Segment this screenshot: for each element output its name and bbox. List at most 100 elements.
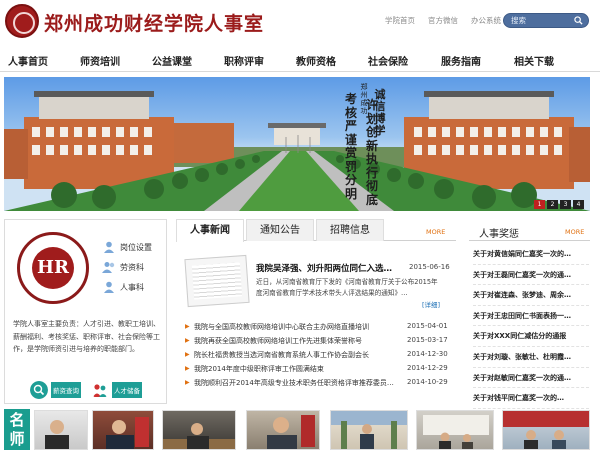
list-item[interactable]: 关于对XXX同仁减估分的通报 bbox=[473, 326, 589, 347]
talent-reserve-button[interactable]: 人才储备 bbox=[91, 378, 142, 402]
news-title[interactable]: 我院2014年度中级职称评审工作圆满结束 bbox=[194, 364, 394, 374]
list-item[interactable]: ▶ 院长杜福贵教授当选河南省教育系统人事工作协会副会长 2014-12-30 bbox=[185, 348, 453, 362]
hr-panel: HR 岗位设置 劳资科 人事科 学院人事室主要负责：人才引进、教职工培训、薪酬福… bbox=[4, 219, 167, 404]
nav-item-public-class[interactable]: 公益课堂 bbox=[152, 53, 192, 68]
banner-slideshow[interactable]: 诚信博学 郑州成功 许划创新执行彻底 考核严谨赏罚分明 1 2 3 4 bbox=[4, 77, 590, 211]
news-date: 2014-12-29 bbox=[407, 364, 448, 372]
page: 郑州成功财经学院人事室 学院首页 官方微信 办公系统 人事首页 师资培训 公益课… bbox=[0, 0, 600, 450]
awards-header: 人事奖惩 MORE bbox=[469, 219, 590, 241]
list-item[interactable]: 关于对王忠田同仁书面表扬一… bbox=[473, 306, 589, 327]
salary-query-button[interactable]: 薪资查询 bbox=[30, 378, 81, 402]
user-icon bbox=[104, 281, 114, 293]
news-date: 2015-03-17 bbox=[407, 336, 448, 344]
awards-list: 关于对黄信娟同仁嘉奖一次的… 关于对王磊同仁嘉奖一次的通… 关于对崔连森、张梦迪… bbox=[473, 244, 589, 409]
bullet-icon: ▶ bbox=[185, 365, 190, 372]
awards-panel: 人事奖惩 MORE 关于对黄信娟同仁嘉奖一次的… 关于对王磊同仁嘉奖一次的通… … bbox=[469, 219, 590, 409]
bullet-icon: ▶ bbox=[185, 351, 190, 358]
hr-logo: HR bbox=[17, 232, 89, 304]
feature-detail-link[interactable]: [详细] bbox=[422, 299, 440, 309]
teacher-photo-5[interactable] bbox=[330, 410, 408, 450]
list-item[interactable]: 关于对赵敏同仁嘉奖一次的通… bbox=[473, 368, 589, 389]
news-date: 2014-12-30 bbox=[407, 350, 448, 358]
nav-item-teacher-training[interactable]: 师资培训 bbox=[80, 53, 120, 68]
slide-dot-4[interactable]: 4 bbox=[573, 200, 584, 209]
hr-logo-text: HR bbox=[32, 247, 74, 289]
nav-item-teacher-qualification[interactable]: 教师资格 bbox=[296, 53, 336, 68]
feature-summary: 近日，从河南省教育厅下发的《河南省教育厅关于公布2015年度河南省教育厅学术技术… bbox=[256, 278, 438, 297]
list-item[interactable]: 关于对王磊同仁嘉奖一次的通… bbox=[473, 265, 589, 286]
tab-notices[interactable]: 通知公告 bbox=[246, 219, 314, 241]
teacher-portrait bbox=[503, 411, 589, 449]
feature-thumbnail[interactable] bbox=[184, 254, 250, 308]
hr-link-label: 人事科 bbox=[120, 282, 144, 292]
news-list: ▶ 我院与全国高校教师网络培训中心联合主办网络直播培训 2015-04-01 ▶… bbox=[185, 320, 453, 390]
news-title[interactable]: 我院再获全国高校教师网络培训工作先进集体荣誉称号 bbox=[194, 336, 394, 346]
list-item[interactable]: ▶ 我院与全国高校教师网络培训中心联合主办网络直播培训 2015-04-01 bbox=[185, 320, 453, 334]
top-link-wechat[interactable]: 官方微信 bbox=[428, 15, 458, 26]
awards-title: 人事奖惩 bbox=[479, 229, 519, 240]
teacher-photo-4[interactable] bbox=[246, 410, 320, 450]
feature-date: 2015-06-16 bbox=[409, 263, 450, 271]
hr-description: 学院人事室主要负责：人才引进、教职工培训、薪酬福利、考核奖惩、职称评审、社会保险… bbox=[13, 320, 160, 353]
header: 郑州成功财经学院人事室 学院首页 官方微信 办公系统 bbox=[0, 0, 600, 42]
news-title[interactable]: 我院顺利召开2014年高级专业技术职务任职资格评审推荐委员… bbox=[194, 378, 394, 388]
list-item[interactable]: 关于对刘璇、张敏壮、杜明霞… bbox=[473, 347, 589, 368]
hr-link-personnel[interactable]: 人事科 bbox=[102, 280, 144, 294]
teacher-portrait bbox=[423, 415, 489, 449]
news-date: 2014-10-29 bbox=[407, 378, 448, 386]
hr-link-positions[interactable]: 岗位设置 bbox=[102, 240, 152, 254]
nav-item-social-insurance[interactable]: 社会保险 bbox=[368, 53, 408, 68]
list-item[interactable]: 关于对黄信娟同仁嘉奖一次的… bbox=[473, 244, 589, 265]
famous-teachers-label[interactable]: 名师风采 bbox=[4, 409, 30, 450]
nav-item-downloads[interactable]: 相关下载 bbox=[514, 53, 554, 68]
news-date: 2015-04-01 bbox=[407, 322, 448, 330]
slide-indicators: 1 2 3 4 bbox=[532, 200, 584, 209]
nav-item-hr-home[interactable]: 人事首页 bbox=[8, 53, 48, 68]
site-title[interactable]: 郑州成功财经学院人事室 bbox=[44, 9, 264, 36]
campus-photo bbox=[4, 91, 590, 211]
teacher-portrait bbox=[45, 420, 69, 449]
teacher-photo-6[interactable] bbox=[416, 410, 494, 450]
tab-hr-news[interactable]: 人事新闻 bbox=[176, 219, 244, 242]
hr-link-labor[interactable]: 劳资科 bbox=[102, 260, 144, 274]
slide-dot-3[interactable]: 3 bbox=[560, 200, 571, 209]
main-nav: 人事首页 师资培训 公益课堂 职称评审 教师资格 社会保险 服务指南 相关下载 bbox=[0, 48, 600, 72]
search-icon[interactable] bbox=[574, 16, 583, 25]
news-tabs: 人事新闻 通知公告 招聘信息 MORE bbox=[176, 219, 456, 242]
people-icon bbox=[102, 262, 115, 273]
slide-dot-2[interactable]: 2 bbox=[547, 200, 558, 209]
slide-dot-1[interactable]: 1 bbox=[534, 200, 545, 209]
list-item[interactable]: ▶ 我院2014年度中级职称评审工作圆满结束 2014-12-29 bbox=[185, 362, 453, 376]
bullet-icon: ▶ bbox=[185, 379, 190, 386]
top-link-office[interactable]: 办公系统 bbox=[471, 15, 501, 26]
top-links: 学院首页 官方微信 办公系统 bbox=[385, 15, 514, 26]
slogan-mid: 许划创新执行彻底 bbox=[365, 98, 378, 207]
salary-query-label: 薪资查询 bbox=[51, 382, 81, 398]
awards-more-link[interactable]: MORE bbox=[565, 228, 584, 236]
college-logo[interactable] bbox=[5, 4, 39, 38]
news-title[interactable]: 我院与全国高校教师网络培训中心联合主办网络直播培训 bbox=[194, 322, 394, 332]
list-item[interactable]: 关于对崔连森、张梦迪、周余… bbox=[473, 285, 589, 306]
search-box bbox=[503, 13, 589, 28]
top-link-home[interactable]: 学院首页 bbox=[385, 15, 415, 26]
hr-link-label: 岗位设置 bbox=[120, 242, 152, 252]
bullet-icon: ▶ bbox=[185, 323, 190, 330]
slogan-left: 考核严谨赏罚分明 bbox=[344, 92, 357, 201]
nav-item-service-guide[interactable]: 服务指南 bbox=[441, 53, 481, 68]
magnifier-icon bbox=[30, 381, 48, 399]
news-panel: 人事新闻 通知公告 招聘信息 MORE 我院吴泽强、刘升阳两位同仁入选… 201… bbox=[176, 219, 456, 404]
news-more-link[interactable]: MORE bbox=[426, 228, 445, 236]
news-title[interactable]: 院长杜福贵教授当选河南省教育系统人事工作协会副会长 bbox=[194, 350, 394, 360]
teacher-photo-1[interactable] bbox=[34, 410, 88, 450]
search-input[interactable] bbox=[511, 15, 573, 26]
list-item[interactable]: ▶ 我院顺利召开2014年高级专业技术职务任职资格评审推荐委员… 2014-10… bbox=[185, 376, 453, 390]
bullet-icon: ▶ bbox=[185, 337, 190, 344]
teacher-photo-2[interactable] bbox=[92, 410, 154, 450]
list-item[interactable]: ▶ 我院再获全国高校教师网络培训工作先进集体荣誉称号 2015-03-17 bbox=[185, 334, 453, 348]
nav-item-title-review[interactable]: 职称评审 bbox=[224, 53, 264, 68]
list-item[interactable]: 关于对钱平同仁嘉奖一次的… bbox=[473, 388, 589, 409]
tab-recruitment[interactable]: 招聘信息 bbox=[316, 219, 384, 241]
teacher-photo-3[interactable] bbox=[162, 410, 236, 450]
teacher-photo-7[interactable] bbox=[502, 410, 590, 450]
feature-title[interactable]: 我院吴泽强、刘升阳两位同仁入选… bbox=[256, 262, 392, 274]
